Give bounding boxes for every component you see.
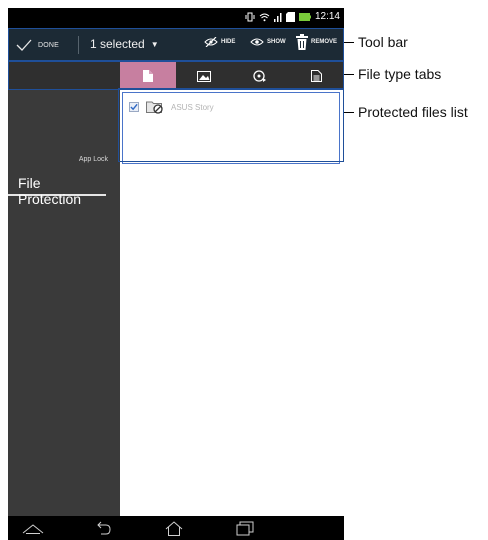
sd-card-icon [285, 11, 295, 22]
sidebar-item-label: File Protection [18, 175, 82, 207]
protected-files-list-callout: Protected files list [344, 104, 468, 120]
status-bar: 12:14 [8, 8, 344, 28]
status-time: 12:14 [314, 11, 340, 22]
signal-icon [273, 12, 282, 22]
file-type-tabs-label: File type tabs [358, 66, 442, 82]
file-type-tabs-callout: File type tabs [344, 66, 441, 82]
status-icons: 12:14 [245, 11, 340, 22]
callout-line [344, 73, 354, 75]
sidebar-item-file-protection[interactable]: File Protection [8, 170, 106, 207]
navigation-bar [8, 516, 344, 540]
vibrate-icon [245, 12, 255, 21]
battery-icon [298, 12, 311, 21]
up-chevron-icon[interactable] [22, 524, 44, 534]
back-icon[interactable] [94, 521, 112, 535]
sidebar: App Lock File Protection [8, 90, 120, 516]
tool-bar-callout: Tool bar [344, 34, 408, 50]
file-type-tabs-highlight [8, 61, 344, 90]
recent-apps-icon[interactable] [236, 521, 254, 536]
callout-line [344, 111, 354, 113]
callout-line [344, 41, 354, 43]
tool-bar-highlight [8, 28, 344, 61]
home-icon[interactable] [165, 521, 183, 536]
wifi-icon [259, 13, 270, 21]
tool-bar-label: Tool bar [358, 34, 408, 50]
sidebar-section-label: App Lock [78, 156, 108, 163]
protected-files-list-label: Protected files list [358, 104, 468, 120]
protected-files-list-highlight [118, 88, 344, 162]
